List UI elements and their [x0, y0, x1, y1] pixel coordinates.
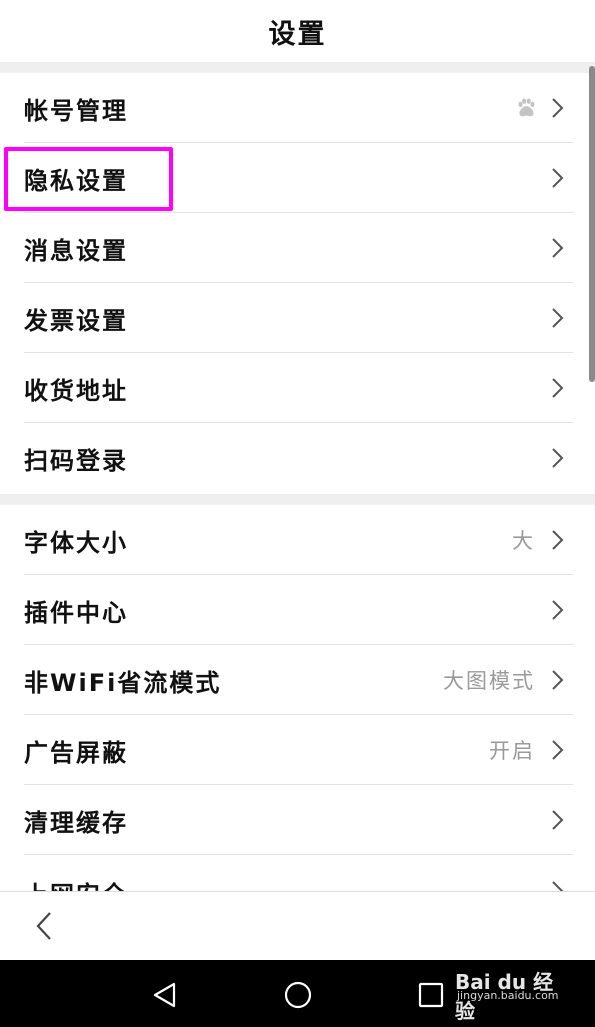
row-label: 插件中心 [24, 598, 128, 627]
row-label: 上网安全 [24, 875, 128, 891]
row-label: 收货地址 [24, 376, 128, 405]
row-label: 隐私设置 [24, 166, 128, 195]
scrollbar[interactable] [589, 66, 595, 382]
chevron-right-icon [552, 378, 564, 398]
chevron-right-icon [552, 238, 564, 258]
chevron-right-icon [552, 881, 564, 891]
chevron-right-icon [552, 530, 564, 550]
settings-row-data-saver[interactable]: 非WiFi省流模式 大图模式 [0, 645, 595, 715]
row-label: 扫码登录 [24, 446, 128, 475]
nav-home-icon[interactable] [283, 980, 313, 1010]
page-title: 设置 [268, 18, 327, 50]
row-label: 非WiFi省流模式 [24, 668, 222, 697]
watermark-url: jingyan.baidu.com [457, 989, 559, 1002]
chevron-right-icon [552, 810, 564, 830]
settings-row-messages[interactable]: 消息设置 [0, 213, 595, 283]
row-label: 清理缓存 [24, 808, 128, 837]
settings-row-plugin-center[interactable]: 插件中心 [0, 575, 595, 645]
chevron-right-icon [552, 448, 564, 468]
nav-back-icon[interactable] [150, 980, 180, 1010]
settings-row-account-management[interactable]: 帐号管理 [0, 73, 595, 143]
settings-row-shipping-address[interactable]: 收货地址 [0, 353, 595, 423]
row-label: 发票设置 [24, 306, 128, 335]
back-arrow-icon[interactable] [34, 910, 54, 942]
app-header: 设置 [0, 0, 595, 62]
settings-row-web-security[interactable]: 上网安全 [0, 855, 595, 891]
bottom-toolbar [0, 891, 595, 960]
row-value: 开启 [489, 739, 535, 763]
chevron-right-icon [552, 308, 564, 328]
chevron-right-icon [552, 670, 564, 690]
row-label: 消息设置 [24, 236, 128, 265]
settings-row-invoice[interactable]: 发票设置 [0, 283, 595, 353]
row-value: 大图模式 [443, 669, 535, 693]
settings-group-general: 字体大小 大 插件中心 非WiFi省流模式 大图模式 广告屏蔽 开启 清理缓存 [0, 505, 595, 855]
section-divider [0, 494, 595, 505]
row-label: 广告屏蔽 [24, 738, 128, 767]
baidu-paw-icon [518, 98, 535, 117]
settings-row-qr-login[interactable]: 扫码登录 [0, 423, 595, 493]
row-label: 帐号管理 [24, 96, 128, 125]
row-value: 大 [512, 529, 535, 553]
chevron-right-icon [552, 98, 564, 118]
section-divider [0, 62, 595, 73]
chevron-right-icon [552, 600, 564, 620]
settings-row-privacy[interactable]: 隐私设置 [0, 143, 595, 213]
chevron-right-icon [552, 740, 564, 760]
settings-row-font-size[interactable]: 字体大小 大 [0, 505, 595, 575]
settings-row-ad-block[interactable]: 广告屏蔽 开启 [0, 715, 595, 785]
settings-group-account: 帐号管理 隐私设置 消息设置 发票设置 收货地址 扫码登录 [0, 73, 595, 493]
settings-row-clear-cache[interactable]: 清理缓存 [0, 785, 595, 855]
row-label: 字体大小 [24, 528, 128, 557]
chevron-right-icon [552, 168, 564, 188]
baidu-jingyan-watermark: Bai du 经验 jingyan.baidu.com [455, 962, 565, 1023]
nav-recent-apps-icon[interactable] [416, 980, 446, 1010]
